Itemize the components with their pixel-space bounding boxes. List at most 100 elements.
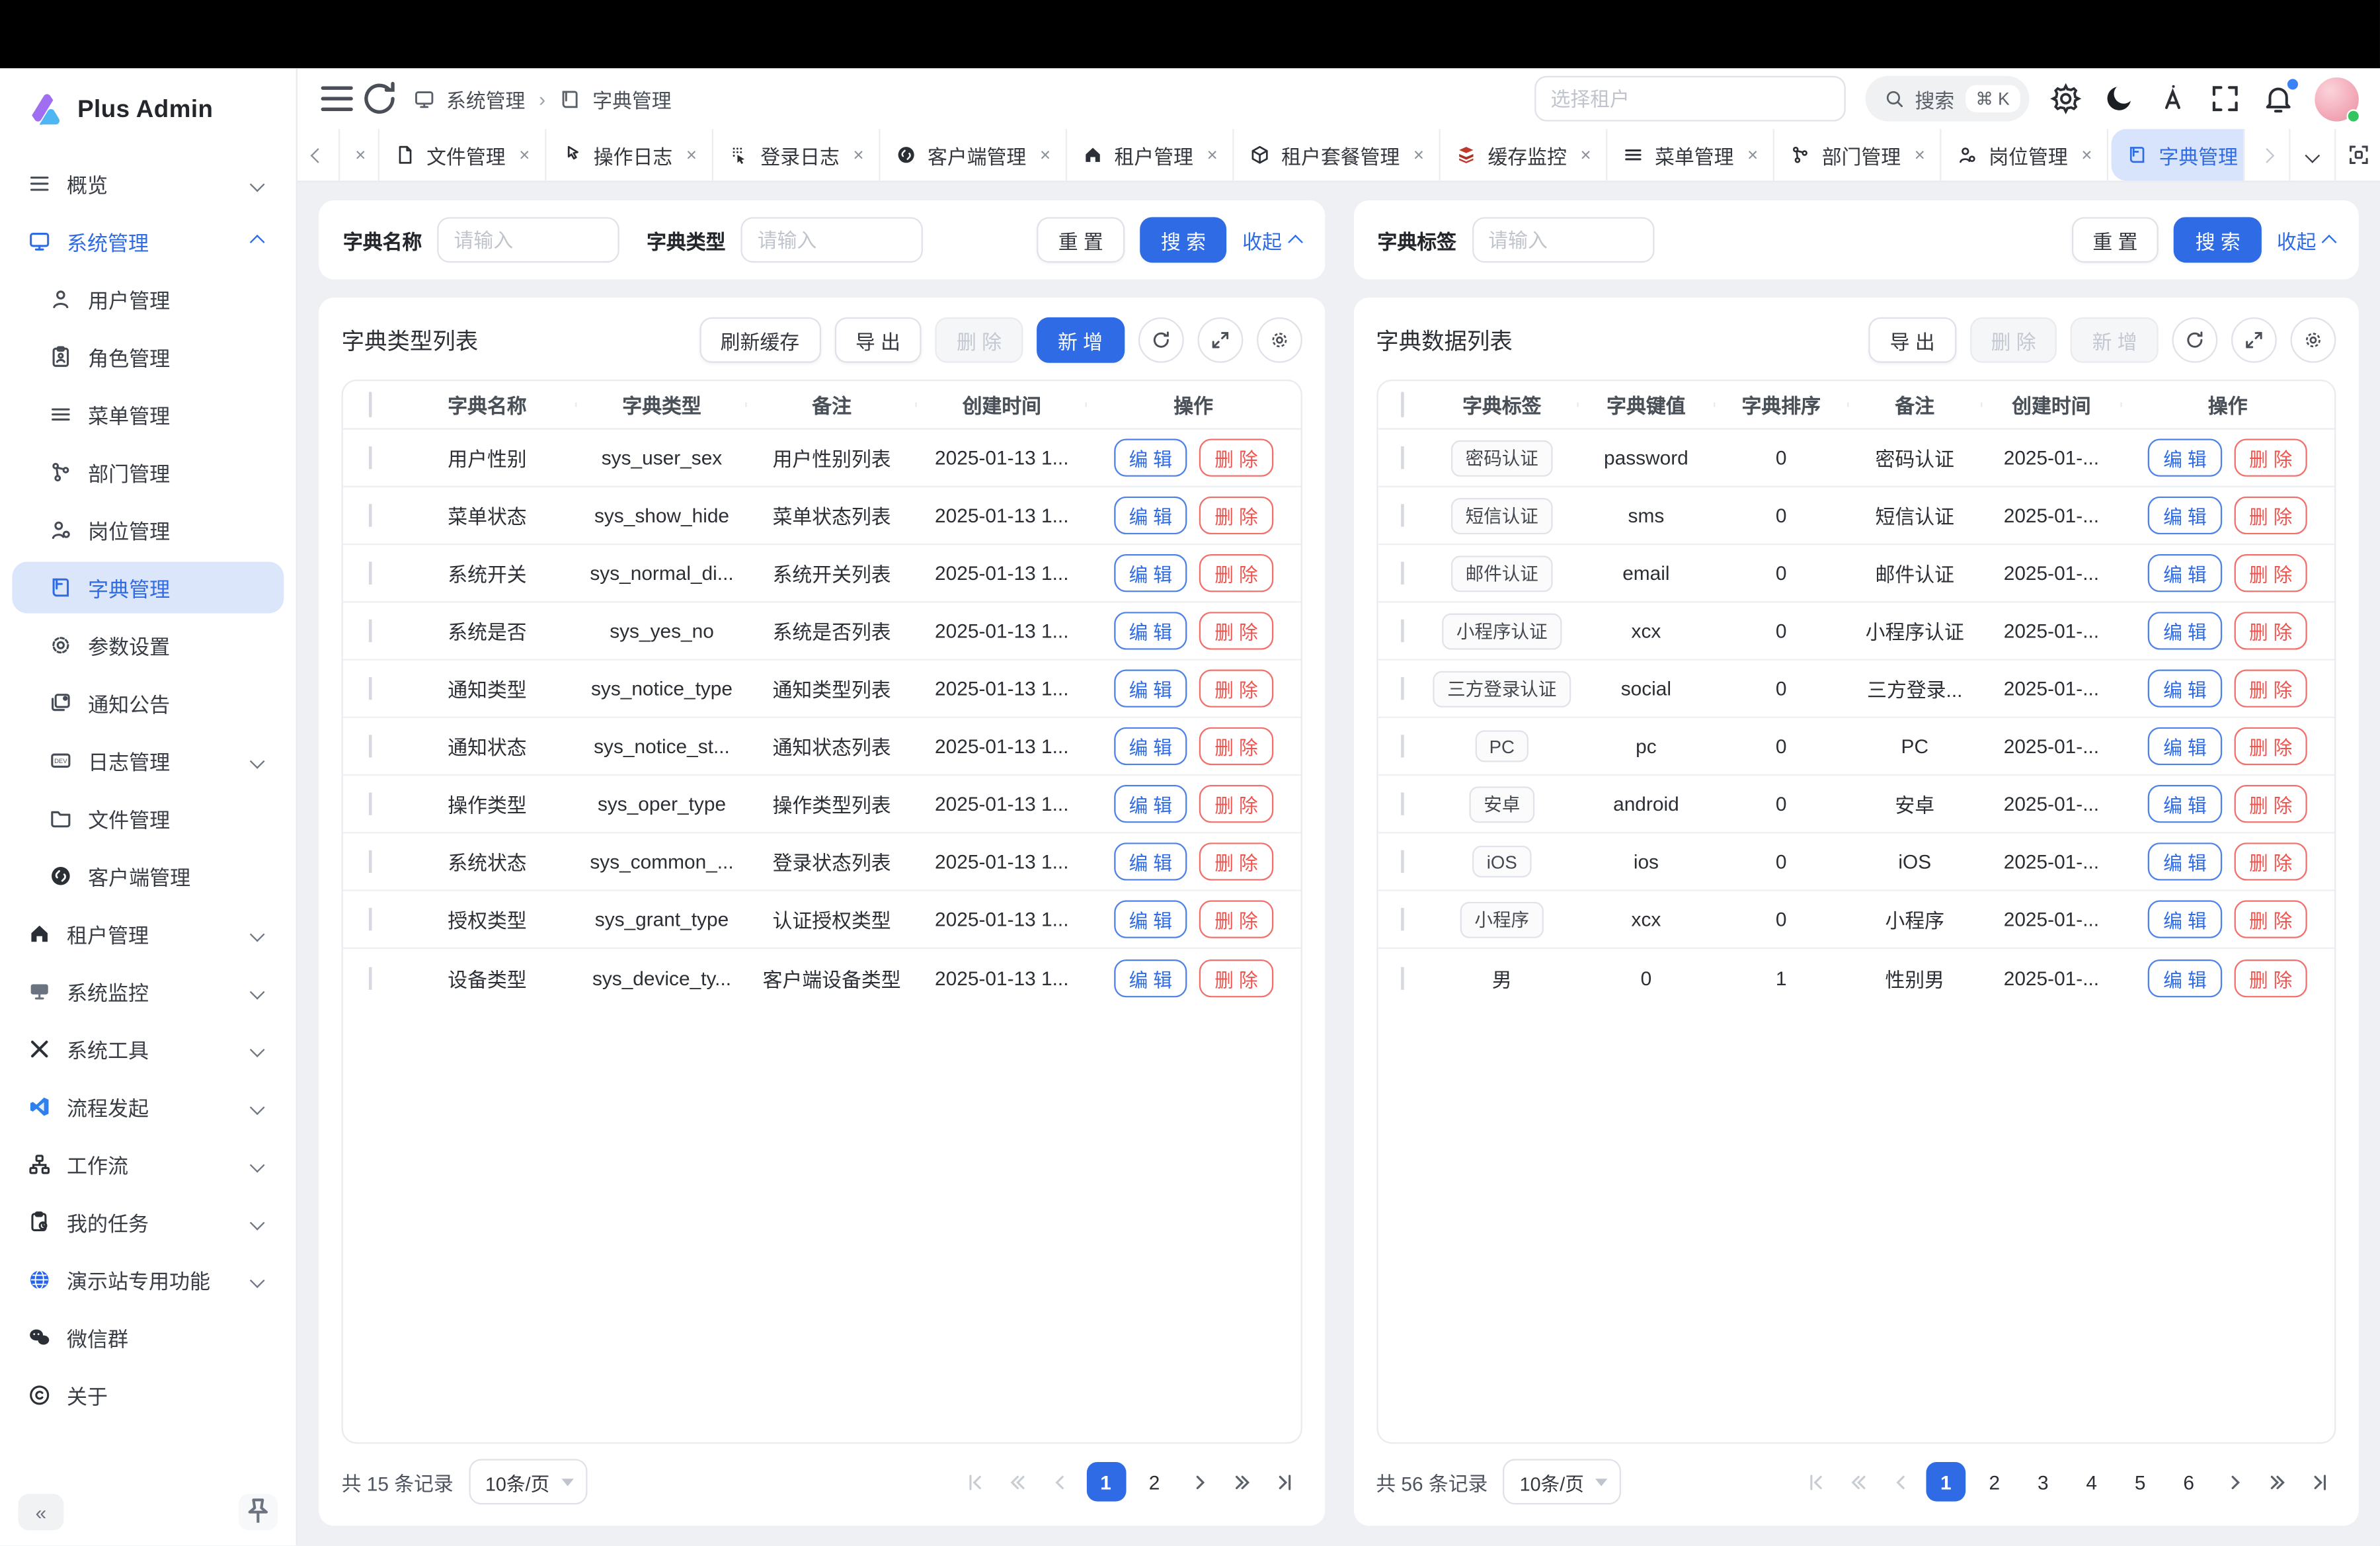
tab-post-mgmt[interactable]: 岗位管理× [1942,129,2109,181]
next-page-button[interactable] [1183,1465,1217,1499]
delete-button[interactable]: 删 除 [2234,497,2307,534]
delete-button[interactable]: 删 除 [1199,669,1273,707]
row-checkbox[interactable] [1400,735,1404,757]
add-button[interactable]: 新 增 [2071,317,2158,363]
tab-login-log[interactable]: 登录日志× [713,129,881,181]
table-expand-icon[interactable] [1197,317,1242,363]
close-icon[interactable]: × [1207,144,1218,165]
edit-button[interactable]: 编 辑 [1114,842,1187,880]
page-number-current[interactable]: 1 [1086,1462,1126,1502]
hamburger-icon[interactable] [316,77,358,120]
delete-button[interactable]: 删 除 [1199,900,1273,938]
first-page-button[interactable] [959,1465,992,1499]
edit-button[interactable]: 编 辑 [1114,439,1187,477]
edit-button[interactable]: 编 辑 [2148,554,2221,592]
edit-button[interactable]: 编 辑 [1114,785,1187,823]
delete-button[interactable]: 删 除 [2234,439,2307,477]
row-checkbox[interactable] [369,792,372,815]
refresh-icon[interactable] [358,77,401,120]
table-expand-icon[interactable] [2231,317,2277,363]
row-checkbox[interactable] [369,561,372,584]
search-button[interactable]: 搜 索 [1140,217,1227,263]
sidebar-item-role-mgmt[interactable]: 角色管理 [12,331,284,383]
edit-button[interactable]: 编 辑 [2148,900,2221,938]
sidebar-item-wechat-group[interactable]: 微信群 [12,1312,284,1363]
edit-button[interactable]: 编 辑 [2148,727,2221,765]
prev-5-pages-button[interactable] [1841,1465,1875,1499]
dict-type-input[interactable] [740,217,923,263]
delete-button[interactable]: 删 除 [2234,612,2307,649]
delete-button[interactable]: 删 除 [935,317,1023,363]
content-fullscreen-button[interactable] [2334,129,2380,181]
row-checkbox[interactable] [1400,561,1404,584]
breadcrumb-item[interactable]: 系统管理 [446,84,525,113]
close-icon[interactable]: × [355,144,366,165]
delete-button[interactable]: 删 除 [1199,785,1273,823]
delete-button[interactable]: 删 除 [1199,554,1273,592]
export-button[interactable]: 导 出 [834,317,922,363]
add-button[interactable]: 新 增 [1037,317,1124,363]
page-number[interactable]: 4 [2072,1462,2112,1502]
close-icon[interactable]: × [1915,144,1925,165]
sidebar-item-tenant-mgmt[interactable]: 租户管理 [12,908,284,959]
first-page-button[interactable] [1799,1465,1833,1499]
select-all-checkbox[interactable] [369,391,372,417]
last-page-button[interactable] [1268,1465,1302,1499]
row-checkbox[interactable] [369,850,372,873]
tab-menu-mgmt[interactable]: 菜单管理× [1608,129,1775,181]
delete-button[interactable]: 删 除 [2234,842,2307,880]
avatar[interactable] [2315,77,2359,121]
page-number[interactable]: 5 [2120,1462,2160,1502]
sidebar-item-overview[interactable]: 概览 [12,158,284,210]
close-icon[interactable]: × [519,144,530,165]
tab-tenant-mgmt[interactable]: 租户管理× [1067,129,1234,181]
close-icon[interactable]: × [1581,144,1591,165]
refresh-cache-button[interactable]: 刷新缓存 [699,317,821,363]
prev-5-pages-button[interactable] [1001,1465,1035,1499]
page-number[interactable]: 3 [2023,1462,2063,1502]
row-checkbox[interactable] [369,966,372,989]
prev-page-button[interactable] [1043,1465,1077,1499]
edit-button[interactable]: 编 辑 [1114,669,1187,707]
close-icon[interactable]: × [1747,144,1758,165]
edit-button[interactable]: 编 辑 [2148,612,2221,649]
sidebar-item-client-mgmt[interactable]: 客户端管理 [12,850,284,902]
dark-mode-moon-icon[interactable] [2102,82,2136,116]
tabs-dropdown[interactable] [2289,129,2334,181]
delete-button[interactable]: 删 除 [1199,842,1273,880]
table-refresh-icon[interactable] [2172,317,2217,363]
sidebar-item-demo-features[interactable]: 演示站专用功能 [12,1254,284,1305]
edit-button[interactable]: 编 辑 [1114,727,1187,765]
tab-oper-log[interactable]: 操作日志× [547,129,714,181]
next-5-pages-button[interactable] [1226,1465,1259,1499]
fullscreen-icon[interactable] [2209,82,2242,116]
delete-button[interactable]: 删 除 [1199,439,1273,477]
edit-button[interactable]: 编 辑 [2148,842,2221,880]
delete-button[interactable]: 删 除 [2234,959,2307,997]
page-size-select[interactable]: 10条/页 [469,1459,587,1504]
sidebar-collapse-button[interactable]: « [19,1494,64,1530]
delete-button[interactable]: 删 除 [1199,612,1273,649]
page-number[interactable]: 6 [2169,1462,2209,1502]
row-checkbox[interactable] [369,677,372,700]
export-button[interactable]: 导 出 [1869,317,1956,363]
page-number[interactable]: 2 [1975,1462,2014,1502]
row-checkbox[interactable] [369,735,372,757]
row-checkbox[interactable] [1400,620,1404,642]
sidebar-item-workflow[interactable]: 工作流 [12,1139,284,1190]
sidebar-item-user-mgmt[interactable]: 用户管理 [12,273,284,325]
sidebar-item-dict-mgmt[interactable]: 字典管理 [12,561,284,613]
close-icon[interactable]: × [2081,144,2092,165]
dict-name-input[interactable] [437,217,619,263]
delete-button[interactable]: 删 除 [1199,959,1273,997]
collapse-filters-link[interactable]: 收起 [2277,225,2334,255]
tab-file-mgmt[interactable]: 文件管理× [379,129,547,181]
sidebar-item-log-mgmt[interactable]: DEV 日志管理 [12,735,284,786]
delete-button[interactable]: 删 除 [2234,727,2307,765]
row-checkbox[interactable] [1400,446,1404,469]
close-icon[interactable]: × [1040,144,1051,165]
sidebar-item-dept-mgmt[interactable]: 部门管理 [12,446,284,498]
tab-dept-mgmt[interactable]: 部门管理× [1775,129,1942,181]
settings-gear-icon[interactable] [2049,82,2082,116]
sidebar-item-sys-monitor[interactable]: 系统监控 [12,965,284,1017]
